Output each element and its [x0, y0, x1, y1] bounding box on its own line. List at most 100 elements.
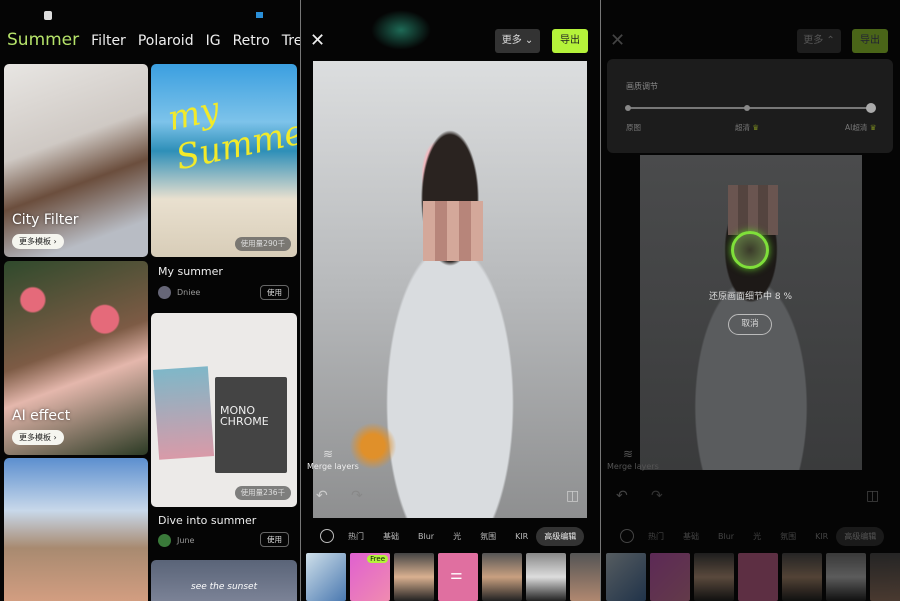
template-card[interactable] — [4, 458, 148, 601]
template-card-city-filter[interactable]: City Filter 更多模板 › — [4, 64, 148, 257]
mosaic-face — [423, 201, 483, 261]
use-template-button[interactable]: 使用 — [260, 285, 289, 300]
template-card-dive-into-summer[interactable]: MONO CHROME 使用量236千 — [151, 313, 297, 507]
template-home-screen: Summer Filter Polaroid IG Retro Trending… — [0, 0, 300, 601]
compare-icon[interactable]: ◫ — [866, 488, 879, 504]
sliders-icon: ⚌ — [450, 567, 463, 583]
category-light[interactable]: 光 — [753, 531, 761, 542]
category-basic[interactable]: 基础 — [683, 531, 699, 542]
effect-thumbnail[interactable] — [650, 553, 690, 601]
level-label: AI超清 — [845, 123, 868, 132]
effect-thumbnail[interactable] — [482, 553, 522, 601]
photo-canvas[interactable] — [313, 61, 587, 518]
more-dropdown-button[interactable]: 更多 ⌄ — [495, 29, 540, 53]
category-advanced-edit[interactable]: 高级编辑 — [536, 526, 585, 546]
category-advanced-edit[interactable]: 高级编辑 — [836, 526, 885, 546]
level-hd[interactable]: 超清 ♛ — [735, 122, 759, 133]
slider-stop[interactable] — [744, 105, 750, 111]
progress-percent: 8 % — [774, 292, 793, 302]
effect-blur — [371, 10, 431, 50]
tab-ig[interactable]: IG — [206, 33, 221, 49]
cancel-button[interactable]: 取消 — [728, 314, 772, 335]
loading-spinner — [731, 231, 769, 269]
status-icon — [256, 12, 263, 18]
use-template-button[interactable]: 使用 — [260, 532, 289, 547]
template-card-ai-effect[interactable]: AI effect 更多模板 › — [4, 261, 148, 455]
more-templates-button[interactable]: 更多模板 › — [12, 234, 64, 249]
effect-thumbnail-adjust[interactable]: ⚌ — [438, 553, 478, 601]
category-atmosphere[interactable]: 氛围 — [480, 531, 496, 542]
tab-polaroid[interactable]: Polaroid — [138, 33, 194, 49]
effect-thumbnail[interactable]: Free — [350, 553, 390, 601]
close-icon[interactable]: ✕ — [310, 30, 325, 51]
no-effect-icon[interactable] — [620, 529, 634, 543]
category-hot[interactable]: 热门 — [648, 531, 664, 542]
category-atmosphere[interactable]: 氛围 — [780, 531, 796, 542]
tab-retro[interactable]: Retro — [233, 33, 270, 49]
layers-icon[interactable]: ≋ — [623, 447, 633, 461]
mosaic-face — [728, 185, 778, 235]
effect-thumbnail-adjust[interactable] — [738, 553, 778, 601]
redo-icon[interactable]: ↷ — [651, 488, 663, 504]
more-dropdown-button[interactable]: 更多 ⌃ — [797, 29, 841, 53]
effect-thumbnails — [606, 553, 900, 601]
merge-layers-button[interactable]: Merge layers — [607, 462, 659, 471]
category-kir[interactable]: KIR — [815, 532, 828, 541]
more-label: 更多 — [803, 35, 824, 46]
category-blur[interactable]: Blur — [718, 532, 734, 541]
crown-icon: ♛ — [869, 123, 877, 132]
undo-icon[interactable]: ↶ — [616, 488, 628, 504]
template-card-sunset[interactable]: see the sunset — [151, 560, 297, 601]
quality-slider-track[interactable] — [628, 107, 873, 109]
photo-canvas-dimmed — [640, 155, 862, 470]
free-badge: Free — [367, 555, 388, 563]
category-kir[interactable]: KIR — [515, 532, 528, 541]
template-author: June — [158, 534, 194, 547]
no-effect-icon[interactable] — [320, 529, 334, 543]
undo-icon[interactable]: ↶ — [316, 488, 328, 504]
status-icon — [44, 11, 52, 20]
quality-enhance-screen: ✕ 更多 ⌃ 导出 画质调节 原图 超清 ♛ AI超清 ♛ 还原画面细节中 8 … — [601, 0, 900, 601]
merge-layers-button[interactable]: Merge layers — [307, 462, 359, 471]
effect-thumbnail[interactable] — [306, 553, 346, 601]
effect-thumbnail[interactable] — [606, 553, 646, 601]
slider-stop[interactable] — [625, 105, 631, 111]
close-icon[interactable]: ✕ — [610, 30, 625, 51]
redo-icon[interactable]: ↷ — [351, 488, 363, 504]
usage-count-badge: 使用量236千 — [234, 486, 291, 500]
category-light[interactable]: 光 — [453, 531, 461, 542]
author-name: June — [177, 536, 195, 545]
tab-summer[interactable]: Summer — [7, 30, 79, 50]
category-basic[interactable]: 基础 — [383, 531, 399, 542]
more-templates-button[interactable]: 更多模板 › — [12, 430, 64, 445]
effect-thumbnail[interactable] — [394, 553, 434, 601]
export-button[interactable]: 导出 — [552, 29, 588, 53]
author-avatar — [158, 534, 171, 547]
effect-thumbnail[interactable] — [782, 553, 822, 601]
effect-thumbnail[interactable] — [826, 553, 866, 601]
effect-thumbnail[interactable] — [694, 553, 734, 601]
effect-thumbnails: Free ⚌ — [306, 553, 600, 601]
category-blur[interactable]: Blur — [418, 532, 434, 541]
author-avatar — [158, 286, 171, 299]
level-original[interactable]: 原图 — [626, 122, 641, 133]
template-author: Dniee — [158, 286, 200, 299]
compare-icon[interactable]: ◫ — [566, 488, 579, 504]
level-ai-hd[interactable]: AI超清 ♛ — [845, 122, 876, 133]
effect-thumbnail[interactable] — [570, 553, 600, 601]
layers-icon[interactable]: ≋ — [323, 447, 333, 461]
more-label: 更多 — [501, 35, 522, 46]
progress-text: 还原画面细节中 — [708, 292, 772, 302]
tab-trending[interactable]: Trending — [282, 33, 300, 49]
film-box: MONO CHROME — [215, 377, 287, 473]
effect-thumbnail[interactable] — [870, 553, 900, 601]
author-name: Dniee — [177, 288, 201, 297]
effect-thumbnail[interactable] — [526, 553, 566, 601]
tab-filter[interactable]: Filter — [91, 33, 126, 49]
slider-thumb[interactable] — [866, 103, 876, 113]
photo-thumbnail — [152, 366, 215, 460]
export-button[interactable]: 导出 — [852, 29, 888, 53]
template-card-my-summer[interactable]: my Summer 使用量290千 — [151, 64, 297, 257]
effect-categories: 热门 基础 Blur 光 氛围 KIR 高级编辑 — [301, 525, 600, 547]
category-hot[interactable]: 热门 — [348, 531, 364, 542]
